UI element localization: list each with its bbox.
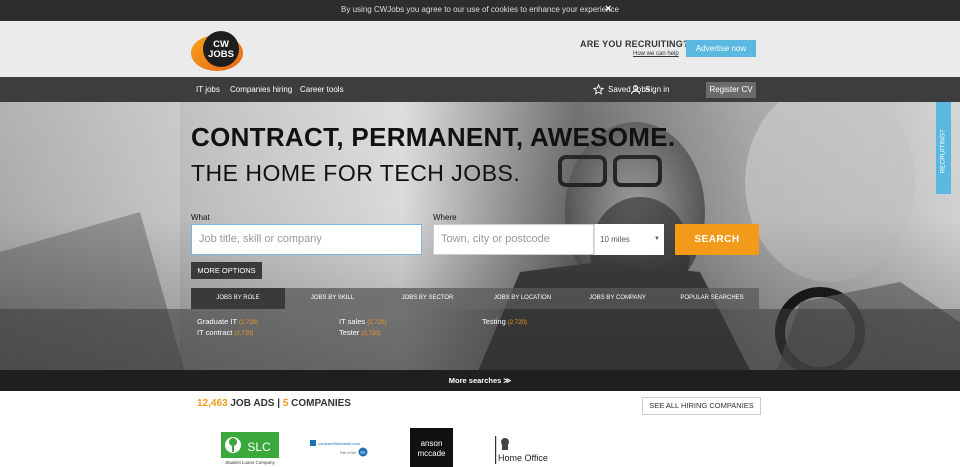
search-button[interactable]: SEARCH	[675, 224, 759, 255]
sign-in-link[interactable]: Sign in	[630, 84, 669, 95]
home-office-name: Home Office	[498, 453, 548, 463]
what-label: What	[191, 213, 210, 222]
recruiting-side-label: RECRUITING?	[939, 129, 947, 174]
comparethemarket-logo[interactable]: comparethemarket.com Part of the BG	[310, 428, 370, 464]
where-label: Where	[433, 213, 457, 222]
tab-jobs-by-sector[interactable]: JOBS BY SECTOR	[380, 288, 475, 309]
more-searches-link[interactable]: More searches ≫	[0, 376, 960, 385]
close-icon[interactable]: ×	[605, 3, 611, 15]
nav-item-career-tools[interactable]: Career tools	[300, 85, 344, 94]
hero-section: CONTRACT, PERMANENT, AWESOME. THE HOME F…	[0, 102, 960, 390]
slc-caption: Student Loans Company	[225, 460, 275, 465]
user-icon	[630, 85, 641, 95]
star-icon	[593, 84, 604, 95]
logo-text-line2: JOBS	[208, 49, 234, 60]
recruiting-title: ARE YOU RECRUITING?	[580, 39, 689, 49]
more-searches-bar: More searches ≫	[0, 370, 960, 391]
anson-mccade-logo[interactable]: anson mccade	[410, 428, 453, 467]
where-input[interactable]: Town, city or postcode	[433, 224, 594, 255]
hero-headline: CONTRACT, PERMANENT, AWESOME.	[191, 122, 676, 152]
cookie-text: By using CWJobs you agree to our use of …	[341, 5, 619, 14]
cwjobs-logo[interactable]: CW JOBS	[191, 29, 243, 71]
sign-in-label: Sign in	[645, 85, 670, 94]
radius-value: 10 miles	[600, 235, 630, 244]
job-ads-count: 12,463	[197, 398, 228, 409]
anson-line2: mccade	[417, 449, 446, 458]
site-header: CW JOBS ARE YOU RECRUITING? How we can h…	[0, 21, 960, 77]
ccm-badge: BG	[360, 451, 365, 455]
main-nav: IT jobs Companies hiring Career tools Sa…	[0, 77, 960, 102]
register-cv-button[interactable]: Register CV	[706, 82, 756, 98]
more-options-button[interactable]: MORE OPTIONS	[191, 262, 262, 279]
slc-mark: SLC	[247, 440, 271, 454]
home-office-logo[interactable]: Home Office	[494, 428, 554, 467]
recruiting-help-link[interactable]: How we can help	[633, 51, 679, 57]
recruiting-side-tab[interactable]: RECRUITING?	[936, 102, 951, 194]
cookie-banner: By using CWJobs you agree to our use of …	[0, 0, 960, 21]
radius-select[interactable]: 10 miles ▼	[594, 224, 664, 255]
tab-jobs-by-skill[interactable]: JOBS BY SKILL	[285, 288, 380, 309]
nav-item-companies-hiring[interactable]: Companies hiring	[230, 85, 292, 94]
slc-logo[interactable]: SLC Student Loans Company	[221, 428, 281, 467]
anson-line1: anson	[421, 439, 443, 448]
tab-jobs-by-location[interactable]: JOBS BY LOCATION	[475, 288, 570, 309]
companies-label: COMPANIES	[288, 398, 351, 409]
ccm-name: comparethemarket.com	[318, 441, 361, 446]
role-link-testing[interactable]: Testing (2,720)	[482, 317, 527, 326]
nav-item-it-jobs[interactable]: IT jobs	[196, 85, 220, 94]
see-all-companies-button[interactable]: SEE ALL HIRING COMPANIES	[642, 397, 761, 415]
job-ads-label: JOB ADS |	[227, 398, 283, 409]
advertise-button[interactable]: Advertise now	[686, 40, 756, 57]
ccm-tagline: Part of the	[340, 451, 356, 455]
what-input[interactable]: Job title, skill or company	[191, 224, 422, 255]
role-link-it-sales[interactable]: IT sales (2,720)	[339, 317, 386, 326]
role-link-it-contract[interactable]: IT contract (2,720)	[197, 328, 253, 337]
caret-down-icon: ▼	[654, 236, 660, 242]
role-link-graduate-it[interactable]: Graduate IT (2,720)	[197, 317, 258, 326]
hero-subheadline: THE HOME FOR TECH JOBS.	[191, 160, 521, 186]
tab-jobs-by-role[interactable]: JOBS BY ROLE	[191, 288, 285, 309]
job-stats: 12,463 JOB ADS | 5 COMPANIES	[197, 398, 351, 409]
tab-popular-searches[interactable]: POPULAR SEARCHES	[665, 288, 759, 309]
role-link-tester[interactable]: Tester (2,720)	[339, 328, 381, 337]
tab-jobs-by-company[interactable]: JOBS BY COMPANY	[570, 288, 665, 309]
browse-tabs: JOBS BY ROLE JOBS BY SKILL JOBS BY SECTO…	[191, 288, 759, 309]
